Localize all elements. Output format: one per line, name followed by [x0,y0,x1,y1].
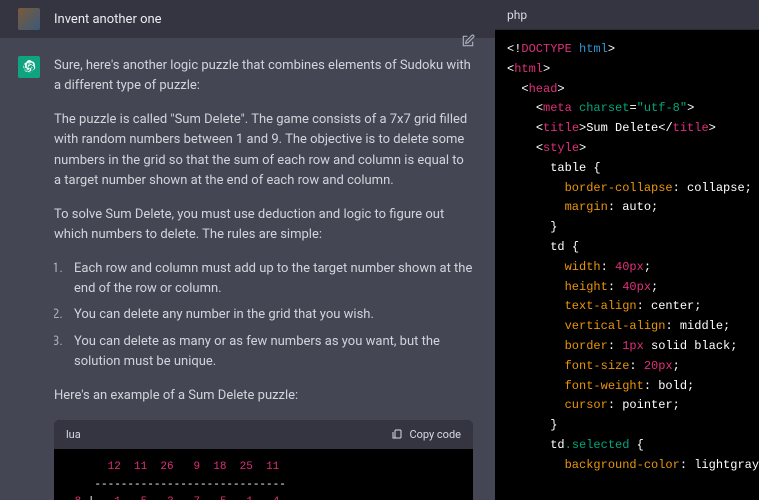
source-panel: php <!DOCTYPE html> <html> <head> <meta … [495,0,759,500]
assistant-desc: The puzzle is called "Sum Delete". The g… [54,110,473,191]
example-label: Here's an example of a Sum Delete puzzle… [54,386,473,406]
user-prompt-text: Invent another one [54,12,477,27]
rules-list: Each row and column must add up to the t… [54,259,473,372]
clipboard-icon [391,428,403,440]
code-block: lua Copy code 12 11 26 9 18 25 11 ------… [54,420,473,500]
rule-item: Each row and column must add up to the t… [66,259,473,299]
assistant-intro: Sure, here's another logic puzzle that c… [54,56,473,96]
assistant-body: Sure, here's another logic puzzle that c… [54,56,473,500]
code-content[interactable]: 12 11 26 9 18 25 11 --------------------… [54,449,473,500]
edit-icon[interactable] [461,34,475,52]
code-lang: lua [66,426,81,443]
chat-panel: Invent another one Sure, here's another … [0,0,495,500]
source-lang-label: php [495,0,759,30]
copy-code-label: Copy code [409,426,461,443]
code-header: lua Copy code [54,420,473,449]
copy-code-button[interactable]: Copy code [391,426,461,443]
assistant-message: Sure, here's another logic puzzle that c… [0,38,495,500]
rule-item: You can delete as many or as few numbers… [66,332,473,372]
rule-item: You can delete any number in the grid th… [66,305,473,325]
assistant-avatar [18,56,40,78]
user-message: Invent another one [0,0,495,38]
source-code[interactable]: <!DOCTYPE html> <html> <head> <meta char… [495,30,759,500]
assistant-solve: To solve Sum Delete, you must use deduct… [54,205,473,245]
user-avatar [18,8,40,30]
